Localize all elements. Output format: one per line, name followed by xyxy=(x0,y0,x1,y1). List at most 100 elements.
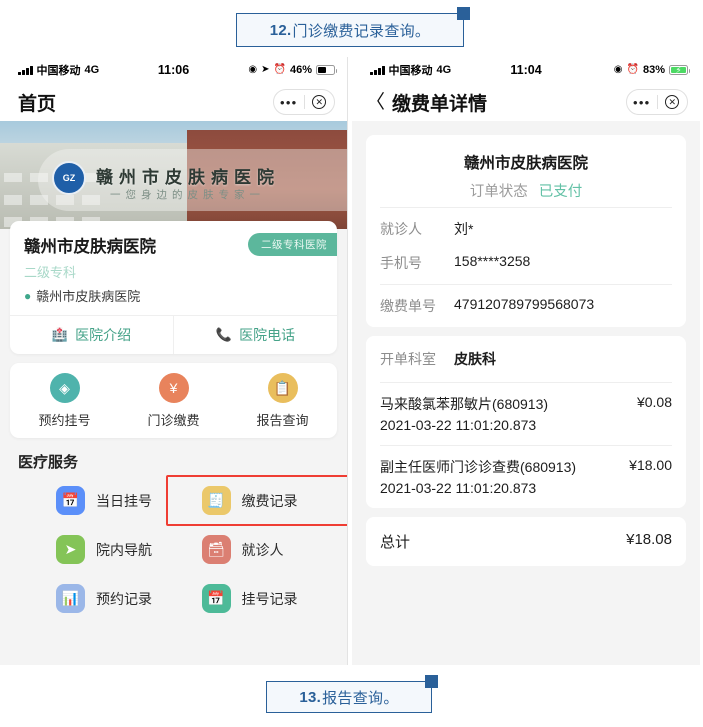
status-bar-left: 中国移动 4G 11:06 ◉ ➤ ⏰ 46% xyxy=(0,57,347,83)
patient-card-icon: 🗃 xyxy=(201,535,231,564)
hospital-address-row: ● 赣州市皮肤病医院 xyxy=(10,281,337,315)
register-record-icon: 📅 xyxy=(201,584,231,613)
quick-action-report-label: 报告查询 xyxy=(256,413,309,428)
location-arrow-icon: ➤ xyxy=(261,64,270,75)
charge-item-line: 马来酸氯苯那敏片(680913) ¥0.08 xyxy=(380,394,672,414)
phone-screen-home: 中国移动 4G 11:06 ◉ ➤ ⏰ 46% 首页 ••• ✕ GZ 赣州市皮… xyxy=(0,57,348,665)
payment-shield-icon: ¥ xyxy=(158,373,189,403)
hospital-action-row: 🏥 医院介绍 📞 医院电话 xyxy=(10,315,337,354)
banner-subtitle: 一您身边的皮肤专家一 xyxy=(110,189,265,201)
phone-icon: 📞 xyxy=(215,327,233,342)
close-icon[interactable]: ✕ xyxy=(305,95,335,109)
order-field-order-no: 缴费单号 479120789799568073 xyxy=(366,285,686,327)
order-field-phone-key: 手机号 xyxy=(380,255,422,271)
close-icon[interactable]: ✕ xyxy=(658,95,688,109)
total-value: ¥18.08 xyxy=(626,531,672,548)
compass-icon: ◉ xyxy=(248,64,258,75)
services-grid: 📅 当日挂号 🧾 缴费记录 ➤ 院内导航 🗃 就诊人 📊 预约记录 📅 挂号记录 xyxy=(0,472,347,617)
hospital-phone-button[interactable]: 📞 医院电话 xyxy=(173,316,337,354)
caption-top-text: 门诊缴费记录查询。 xyxy=(292,22,431,40)
hospital-icon: 🏥 xyxy=(51,327,69,342)
charge-item-line: 副主任医师门诊诊查费(680913) ¥18.00 xyxy=(380,457,672,477)
order-no-key: 缴费单号 xyxy=(380,298,436,314)
page-title-order-detail: 〈 缴费单详情 xyxy=(366,89,487,116)
appointment-record-icon: 📊 xyxy=(56,584,85,613)
more-menu-icon[interactable]: ••• xyxy=(627,96,657,109)
charge-item-amount: ¥18.00 xyxy=(629,457,672,473)
caption-top-number: 12. xyxy=(269,21,292,39)
order-field-phone: 手机号 158****3258 xyxy=(366,246,686,284)
quick-action-report[interactable]: 📋 报告查询 xyxy=(228,373,337,429)
charge-item-name: 马来酸氯苯那敏片(680913) xyxy=(380,396,549,412)
order-field-patient: 就诊人 刘* xyxy=(366,208,686,246)
hospital-info-card[interactable]: 二级专科医院 赣州市皮肤病医院 二级专科 ● 赣州市皮肤病医院 🏥 医院介绍 📞… xyxy=(10,221,337,354)
hospital-intro-button[interactable]: 🏥 医院介绍 xyxy=(10,316,173,354)
charge-item-amount: ¥0.08 xyxy=(636,394,672,410)
dept-key: 开单科室 xyxy=(380,351,436,367)
caption-bottom-number: 13. xyxy=(299,688,322,706)
charge-item-row: 副主任医师门诊诊查费(680913) ¥18.00 2021-03-22 11:… xyxy=(366,446,686,508)
report-clipboard-icon: 📋 xyxy=(267,373,298,403)
quick-action-payment[interactable]: ¥ 门诊缴费 xyxy=(119,373,228,429)
order-summary-card: 赣州市皮肤病医院 订单状态 已支付 就诊人 刘* 手机号 158****3258… xyxy=(366,135,686,327)
service-item-payment-record[interactable]: 🧾 缴费记录 xyxy=(165,475,347,526)
status-bar-right-right-group: ◉ ⏰ 83% ⚡ xyxy=(614,64,690,76)
order-field-patient-value: 刘* xyxy=(454,221,474,237)
charge-item-time: 2021-03-22 11:01:20.873 xyxy=(380,417,537,433)
total-label: 总计 xyxy=(380,534,411,551)
service-label-patient: 就诊人 xyxy=(241,541,284,558)
back-chevron-icon[interactable]: 〈 xyxy=(366,93,385,112)
alarm-clock-icon: ⏰ xyxy=(626,64,639,75)
hospital-banner-image: GZ 赣州市皮肤病医院 一您身边的皮肤专家一 xyxy=(0,121,347,229)
status-bar-right: 中国移动 4G 11:04 ◉ ⏰ 83% ⚡ xyxy=(352,57,700,83)
dept-value: 皮肤科 xyxy=(454,351,496,367)
wechat-capsule-right[interactable]: ••• ✕ xyxy=(626,89,688,115)
service-item-patient[interactable]: 🗃 就诊人 xyxy=(174,531,348,568)
order-field-phone-value: 158****3258 xyxy=(454,253,531,269)
hospital-level-badge: 二级专科医院 xyxy=(248,233,337,256)
service-item-appointment-record[interactable]: 📊 预约记录 xyxy=(0,580,174,617)
dept-row: 开单科室 皮肤科 xyxy=(366,336,686,382)
total-row: 总计 ¥18.08 xyxy=(366,517,686,566)
screenshot-root: 12. 门诊缴费记录查询。 中国移动 4G 11:06 ◉ ➤ ⏰ 46% 首页… xyxy=(0,0,703,727)
more-menu-icon[interactable]: ••• xyxy=(274,96,304,109)
service-item-same-day-register[interactable]: 📅 当日挂号 xyxy=(0,482,174,519)
quick-action-appointment-label: 预约挂号 xyxy=(38,413,91,428)
banner-title: 赣州市皮肤病医院 xyxy=(96,168,280,187)
quick-action-bar: ◈ 预约挂号 ¥ 门诊缴费 📋 报告查询 xyxy=(10,363,337,438)
nav-bar-right: 〈 缴费单详情 ••• ✕ xyxy=(352,83,700,121)
battery-charging-icon: ⚡ xyxy=(669,65,690,75)
nav-bar-left: 首页 ••• ✕ xyxy=(0,83,347,121)
service-label-register-record: 挂号记录 xyxy=(241,590,298,607)
hospital-address-text: 赣州市皮肤病医院 xyxy=(36,289,141,304)
service-label-indoor-navigation: 院内导航 xyxy=(96,541,152,558)
quick-action-appointment[interactable]: ◈ 预约挂号 xyxy=(10,373,119,429)
quick-action-payment-label: 门诊缴费 xyxy=(147,413,200,428)
caption-marker-top xyxy=(457,7,470,20)
caption-marker-bottom xyxy=(425,675,438,688)
order-status-badge: 已支付 xyxy=(538,184,583,200)
order-status-label: 订单状态 xyxy=(469,184,528,200)
service-label-same-day-register: 当日挂号 xyxy=(96,492,152,509)
caption-bottom: 13. 报告查询。 xyxy=(266,675,438,713)
status-bar-right-group: ◉ ➤ ⏰ 46% xyxy=(248,64,337,76)
navigation-arrow-icon: ➤ xyxy=(56,535,85,564)
battery-percent-label: 83% xyxy=(642,64,665,76)
hospital-phone-label: 医院电话 xyxy=(239,327,296,343)
payment-record-icon: 🧾 xyxy=(201,486,231,515)
alarm-clock-icon: ⏰ xyxy=(273,64,286,75)
phone-screen-order-detail: 中国移动 4G 11:04 ◉ ⏰ 83% ⚡ 〈 缴费单详情 ••• ✕ 赣州… xyxy=(352,57,700,665)
order-header: 赣州市皮肤病医院 订单状态 已支付 xyxy=(366,135,686,207)
battery-percent-label: 46% xyxy=(289,64,312,76)
service-label-payment-record: 缴费记录 xyxy=(241,492,298,509)
hospital-level-text: 二级专科 xyxy=(24,265,77,280)
service-item-indoor-navigation[interactable]: ➤ 院内导航 xyxy=(0,531,174,568)
services-section-title: 医疗服务 xyxy=(18,454,79,471)
hospital-logo-icon: GZ xyxy=(52,161,86,195)
wechat-capsule-left[interactable]: ••• ✕ xyxy=(273,89,335,115)
order-total-card: 总计 ¥18.08 xyxy=(366,517,686,566)
order-hospital-name: 赣州市皮肤病医院 xyxy=(463,155,588,172)
page-title-home: 首页 xyxy=(18,93,57,115)
service-item-register-record[interactable]: 📅 挂号记录 xyxy=(174,580,348,617)
caption-bottom-text: 报告查询。 xyxy=(322,689,399,707)
